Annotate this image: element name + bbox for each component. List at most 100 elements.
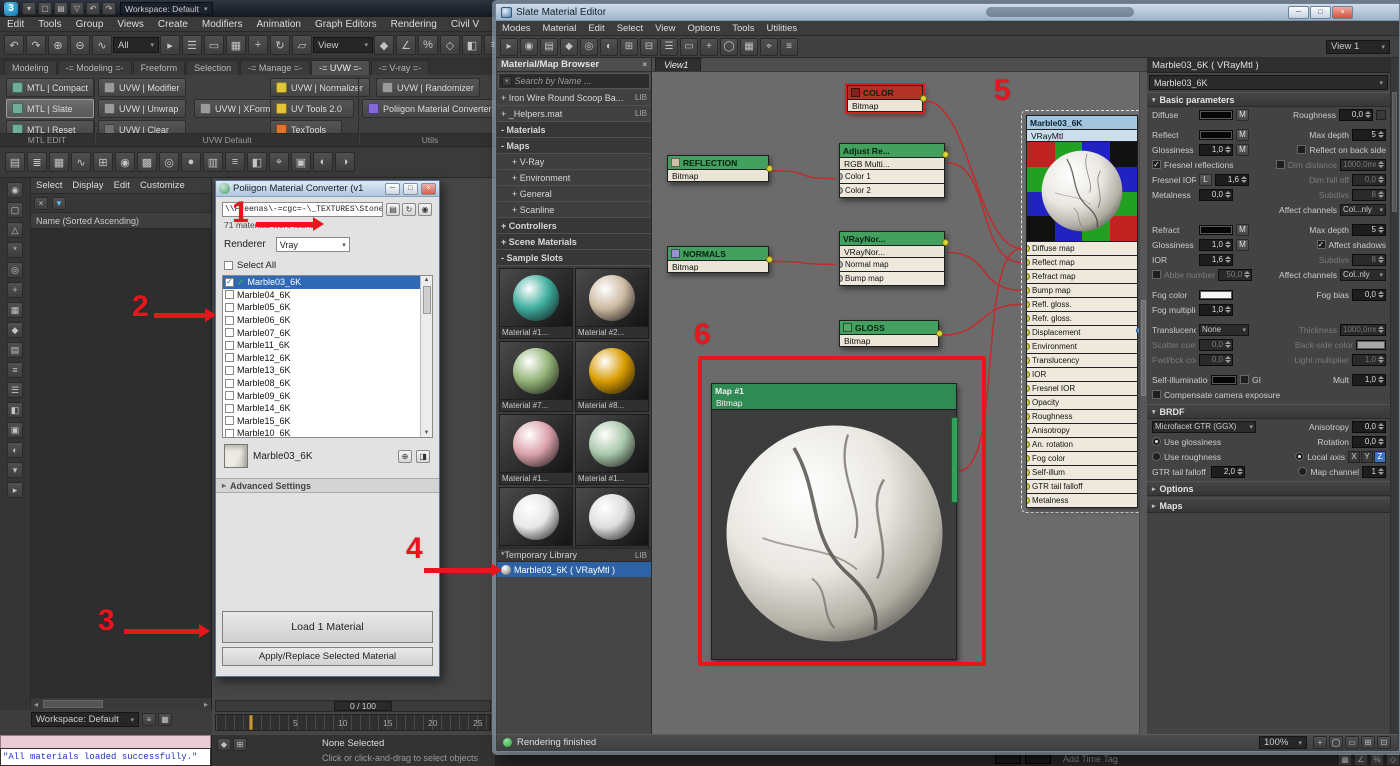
socket[interactable]: [1026, 427, 1030, 434]
sample-slot-7[interactable]: [499, 487, 573, 548]
sample-slot-2[interactable]: Material #2...: [575, 268, 649, 339]
3dsmax-logo-icon[interactable]: 3: [4, 2, 18, 16]
node-slot-self-illum[interactable]: Self-illum: [1026, 466, 1138, 480]
scroll-down-icon[interactable]: ▼: [424, 429, 430, 437]
angle-snap-icon[interactable]: ∠: [396, 35, 416, 55]
node-vraynor[interactable]: VRayNor...VRayNor...Normal mapBump map: [839, 231, 945, 286]
select-all-box[interactable]: [224, 261, 233, 270]
workspace-selector-bottom[interactable]: Workspace: Default: [31, 712, 139, 727]
checkbox-box[interactable]: [1317, 240, 1326, 249]
snap-grid-icon[interactable]: ⌖: [269, 152, 289, 172]
radio-map-channel[interactable]: Map channel: [1298, 467, 1359, 477]
dropdown-col-nly[interactable]: Col..nly: [1340, 269, 1386, 281]
socket[interactable]: [1026, 413, 1030, 420]
ribbon-button-uvw-unwrap[interactable]: UVW | Unwrap: [98, 99, 186, 118]
color-swatch[interactable]: [1211, 375, 1237, 385]
undo-icon[interactable]: ↶: [86, 2, 100, 15]
material-row-marble08-6k[interactable]: Marble08_6K: [223, 377, 420, 390]
map-shortcut-button-m[interactable]: M: [1236, 144, 1249, 156]
select-link-icon[interactable]: ⊕: [48, 35, 68, 55]
node-color-bitmap[interactable]: COLORBitmap: [847, 85, 923, 112]
select-rotate-icon[interactable]: ↻: [270, 35, 290, 55]
zoom-selected-icon[interactable]: ⊡: [1377, 736, 1391, 749]
listener-macro-row[interactable]: [0, 735, 211, 748]
hierarchy-icon[interactable]: ☰: [7, 382, 23, 398]
spinner-0-0[interactable]: 0,0: [1352, 421, 1386, 433]
socket[interactable]: [942, 239, 949, 246]
ribbon-button-uv-tools-2-0[interactable]: UV Tools 2.0: [270, 99, 354, 118]
ribbon-button-uvw-randomizer[interactable]: UVW | Randomizer: [376, 78, 480, 97]
socket[interactable]: [1026, 245, 1030, 252]
socket[interactable]: [1026, 371, 1030, 378]
select-object-icon[interactable]: ▸: [160, 35, 180, 55]
socket[interactable]: [1026, 329, 1030, 336]
mirror-icon[interactable]: ◧: [462, 35, 482, 55]
menu-group[interactable]: Group: [69, 18, 111, 31]
load-material-button[interactable]: Load 1 Material: [222, 611, 433, 643]
material-checkbox[interactable]: [225, 429, 234, 437]
display-lights-icon[interactable]: *: [7, 242, 23, 258]
redo-icon[interactable]: ↷: [102, 2, 116, 15]
node-normals-bitmap[interactable]: NORMALSBitmap: [667, 246, 769, 273]
array-tool-icon[interactable]: ▥: [203, 152, 223, 172]
spinner-8[interactable]: 8: [1352, 189, 1386, 201]
browser-item-environment[interactable]: + Environment: [497, 170, 651, 186]
radio-dot[interactable]: [1298, 467, 1307, 476]
color-swatch[interactable]: [1199, 130, 1233, 140]
zoom-view-icon[interactable]: ◯: [1329, 736, 1343, 749]
maximize-button[interactable]: □: [403, 183, 418, 195]
material-row-marble13-6k[interactable]: Marble13_6K: [223, 364, 420, 377]
advanced-settings-header[interactable]: Advanced Settings: [216, 478, 439, 493]
scroll-thumb[interactable]: [1392, 92, 1397, 212]
timeline-ruler[interactable]: 510152025: [215, 714, 491, 731]
menu-tools[interactable]: Tools: [31, 18, 68, 31]
ribbon-button-uvw-xform[interactable]: UVW | XForm: [194, 99, 272, 118]
listener-output[interactable]: "All materials loaded successfully.": [0, 748, 211, 766]
window-crossing-icon[interactable]: ▦: [226, 35, 246, 55]
spinner-1000-0mm[interactable]: 1000,0mm: [1340, 324, 1386, 336]
ribbon-button-mtl-slate[interactable]: MTL | Slate: [6, 99, 94, 118]
minimize-button[interactable]: ─: [385, 183, 400, 195]
assign-material-icon[interactable]: ◆: [560, 38, 578, 56]
radio-use-roughness[interactable]: Use roughness: [1152, 452, 1221, 462]
track-bar[interactable]: 0 / 100: [215, 700, 491, 712]
sample-slot-6[interactable]: Material #1...: [575, 414, 649, 485]
ribbon-button-mtl-compact[interactable]: MTL | Compact: [6, 78, 94, 97]
layer-manager-icon[interactable]: ≡: [142, 713, 156, 726]
material-row-marble04-6k[interactable]: Marble04_6K: [223, 289, 420, 302]
layout-all-icon[interactable]: ⊞: [620, 38, 638, 56]
select-all-checkbox[interactable]: Select All: [224, 260, 431, 271]
explorer-menu-edit[interactable]: Edit: [109, 179, 135, 192]
browser-item-maps[interactable]: - Maps: [497, 138, 651, 154]
ribbon-tab-modeling[interactable]: -= Modeling =-: [58, 60, 132, 75]
radio-dot[interactable]: [1152, 452, 1161, 461]
menu-civil-v[interactable]: Civil V: [444, 18, 486, 31]
material-row-marble06-6k[interactable]: Marble06_6K: [223, 314, 420, 327]
material-editor-icon[interactable]: ◉: [115, 152, 135, 172]
refresh-icon[interactable]: ↻: [402, 203, 416, 216]
sort-icon[interactable]: ≡: [7, 362, 23, 378]
socket[interactable]: [1026, 385, 1030, 392]
node-gloss-bitmap[interactable]: GLOSSBitmap: [839, 320, 939, 347]
spinner-1-0[interactable]: 1,0: [1199, 144, 1233, 156]
menu-rendering[interactable]: Rendering: [384, 18, 444, 31]
material-checkbox[interactable]: [225, 353, 234, 362]
spinner-0-0[interactable]: 0,0: [1352, 436, 1386, 448]
axis-button-z[interactable]: Z: [1374, 451, 1386, 463]
material-checkbox[interactable]: [225, 290, 234, 299]
node-slot-displacement[interactable]: Displacement: [1026, 326, 1138, 340]
sample-slot-5[interactable]: Material #1...: [499, 414, 573, 485]
ribbon-tab-selection[interactable]: Selection: [186, 60, 239, 75]
node-marble03-6k-vraymtl[interactable]: Marble03_6KVRayMtlDiffuse mapReflect map…: [1026, 115, 1138, 508]
scroll-right-icon[interactable]: ▸: [201, 700, 211, 709]
layer-explorer-icon[interactable]: ≣: [27, 152, 47, 172]
material-checkbox[interactable]: [225, 328, 234, 337]
material-checkbox[interactable]: [225, 391, 234, 400]
scroll-up-icon[interactable]: ▲: [424, 276, 430, 284]
scene-explorer-icon[interactable]: ▤: [5, 152, 25, 172]
node-slot-reflect-map[interactable]: Reflect map: [1026, 256, 1138, 270]
selection-lock-icon[interactable]: ◆: [217, 738, 231, 751]
checkbox-affect-shadows[interactable]: Affect shadows: [1317, 240, 1387, 250]
show-end-result-icon[interactable]: ◐: [600, 38, 618, 56]
angle-status-icon[interactable]: ∠: [1354, 753, 1368, 766]
